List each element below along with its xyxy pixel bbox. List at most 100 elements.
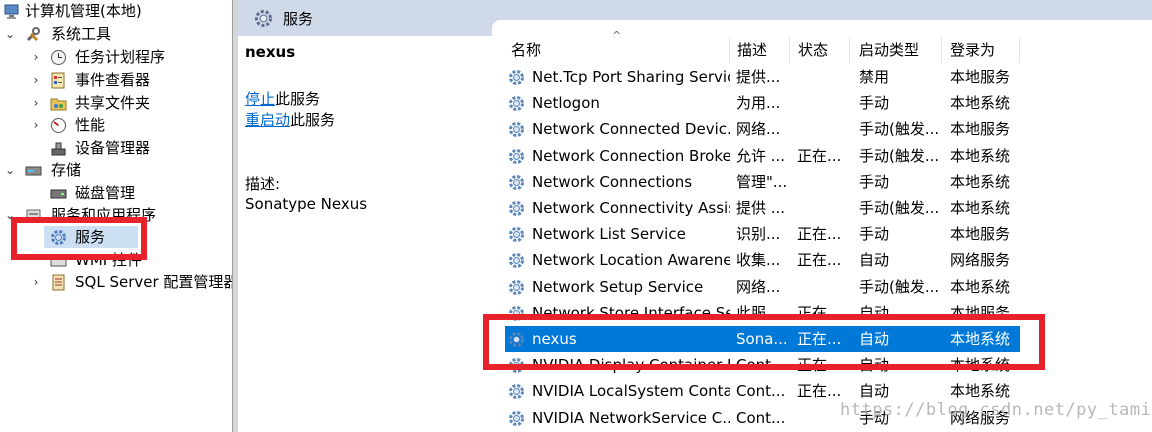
performance-icon (50, 117, 67, 134)
cell-status (797, 64, 849, 90)
device-manager-icon (50, 140, 67, 157)
chevron-right-icon[interactable]: › (30, 69, 42, 91)
storage-icon (25, 162, 42, 179)
chevron-right-icon[interactable]: › (30, 271, 42, 293)
chevron-right-icon[interactable]: › (30, 114, 42, 136)
tree-label: 磁盘管理 (75, 184, 136, 202)
cell-logon: 本地系统 (950, 199, 1011, 217)
chevron-down-icon[interactable]: ⌄ (4, 159, 16, 181)
column-separator[interactable] (941, 37, 942, 63)
cell-desc: 提供... (736, 68, 781, 86)
column-header-description[interactable]: 描述 (737, 38, 767, 62)
sql-server-icon (50, 274, 67, 291)
cell-status: 正在... (797, 225, 842, 243)
chevron-right-icon[interactable]: › (30, 92, 42, 114)
gear-icon (508, 383, 525, 404)
description-value: Sonatype Nexus (245, 195, 368, 213)
cell-name: Network Connections (532, 173, 693, 191)
cell-logon: 本地系统 (950, 173, 1011, 191)
tree-label: 事件查看器 (75, 71, 151, 89)
selected-service-name: nexus (245, 43, 296, 61)
sort-arrow-icon: ^ (612, 29, 622, 42)
tree-label: 设备管理器 (75, 139, 151, 157)
highlight-box-services (11, 217, 147, 260)
computer-management-icon (4, 3, 21, 20)
cell-name: Network List Service (532, 225, 686, 243)
column-separator[interactable] (789, 37, 790, 63)
cell-startup: 手动(触发... (859, 147, 939, 165)
cell-name: Network Connectivity Assis... (532, 199, 730, 217)
cell-desc: 网络... (736, 278, 781, 296)
chevron-down-icon[interactable]: ⌄ (4, 23, 16, 45)
cell-startup: 手动(触发... (859, 199, 939, 217)
cell-desc: 管理"... (736, 173, 788, 191)
gear-icon (508, 200, 525, 221)
cell-status (797, 195, 849, 221)
gear-icon (508, 279, 525, 300)
chevron-right-icon[interactable]: › (30, 46, 42, 68)
stop-suffix: 此服务 (275, 90, 321, 108)
clock-icon (50, 49, 67, 66)
table-row[interactable]: Network Connected Devic... 网络... 手动(触发... 本… (505, 116, 1020, 142)
cell-name: NVIDIA LocalSystem Conta... (532, 382, 730, 400)
tree-label: 系统工具 (51, 25, 112, 43)
event-log-icon (50, 72, 67, 89)
column-separator[interactable] (1019, 37, 1020, 63)
tree-label: 计算机管理(本地) (25, 2, 142, 20)
column-header-logon-as[interactable]: 登录为 (950, 38, 995, 62)
column-header-startup-type[interactable]: 启动类型 (859, 38, 919, 62)
cell-logon: 本地服务 (950, 120, 1011, 138)
tools-icon (25, 26, 42, 43)
tree-label: 性能 (75, 116, 106, 134)
table-row[interactable]: Network Connections 管理"... 手动 本地系统 (505, 169, 1020, 195)
cell-desc: 网络... (736, 120, 781, 138)
cell-startup: 手动(触发... (859, 278, 939, 296)
gear-icon (508, 252, 525, 273)
column-header-status[interactable]: 状态 (798, 38, 828, 62)
cell-startup: 手动 (859, 225, 890, 243)
cell-logon: 本地系统 (950, 147, 1011, 165)
highlight-box-nexus-row (483, 314, 1045, 370)
extended-description-pane: nexus 停止此服务 重启动此服务 描述: Sonatype Nexus (238, 36, 492, 432)
table-row[interactable]: Network Connectivity Assis... 提供 ... 手动(触发… (505, 195, 1020, 221)
cell-status: 正在... (797, 251, 842, 269)
gear-icon (508, 95, 525, 116)
tree-label: 存储 (51, 161, 82, 179)
restart-link[interactable]: 重启动 (245, 111, 290, 129)
cell-name: Network Connection Broker (532, 147, 730, 165)
cell-name: Network Location Awarene... (532, 251, 730, 269)
table-row[interactable]: Network Location Awarene... 收集... 正在... 自动 网… (505, 247, 1020, 273)
column-separator[interactable] (729, 37, 730, 63)
cell-name: Network Connected Devic... (532, 120, 730, 138)
cell-status (797, 169, 849, 195)
cell-status (797, 274, 849, 300)
tree-label: SQL Server 配置管理器 (75, 273, 239, 291)
table-row[interactable]: Network Connection Broker 允许 ... 正在... 手动(触… (505, 143, 1020, 169)
cell-name: Network Setup Service (532, 278, 704, 296)
cell-logon: 本地服务 (950, 68, 1011, 86)
table-row[interactable]: Network Setup Service 网络... 手动(触发... 本地系统 (505, 274, 1020, 300)
cell-startup: 手动 (859, 94, 890, 112)
cell-startup: 自动 (859, 251, 890, 269)
watermark: https://blog.csdn.net/py_tamir (840, 400, 1152, 420)
cell-logon: 网络服务 (950, 251, 1011, 269)
column-separator[interactable] (849, 37, 850, 63)
cell-desc: 提供 ... (736, 199, 786, 217)
cell-startup: 手动(触发... (859, 120, 939, 138)
table-row[interactable]: Netlogon 为用... 手动 本地系统 (505, 90, 1020, 116)
table-row[interactable]: Network List Service 识别... 正在... 手动 本地服务 (505, 221, 1020, 247)
tree-label: 共享文件夹 (75, 94, 151, 112)
description-label: 描述: (245, 175, 281, 193)
table-row[interactable]: Net.Tcp Port Sharing Service 提供... 禁用 本地服务 (505, 64, 1020, 90)
cell-logon: 本地系统 (950, 94, 1011, 112)
gear-icon (508, 121, 525, 142)
column-header-name[interactable]: 名称 (511, 38, 541, 62)
cell-desc: 为用... (736, 94, 781, 112)
cell-name: Netlogon (532, 94, 600, 112)
gear-icon (508, 226, 525, 247)
restart-action: 重启动此服务 (245, 109, 335, 130)
cell-status (797, 116, 849, 142)
stop-link[interactable]: 停止 (245, 90, 275, 108)
gear-icon (508, 69, 525, 90)
cell-status: 正在... (797, 147, 842, 165)
